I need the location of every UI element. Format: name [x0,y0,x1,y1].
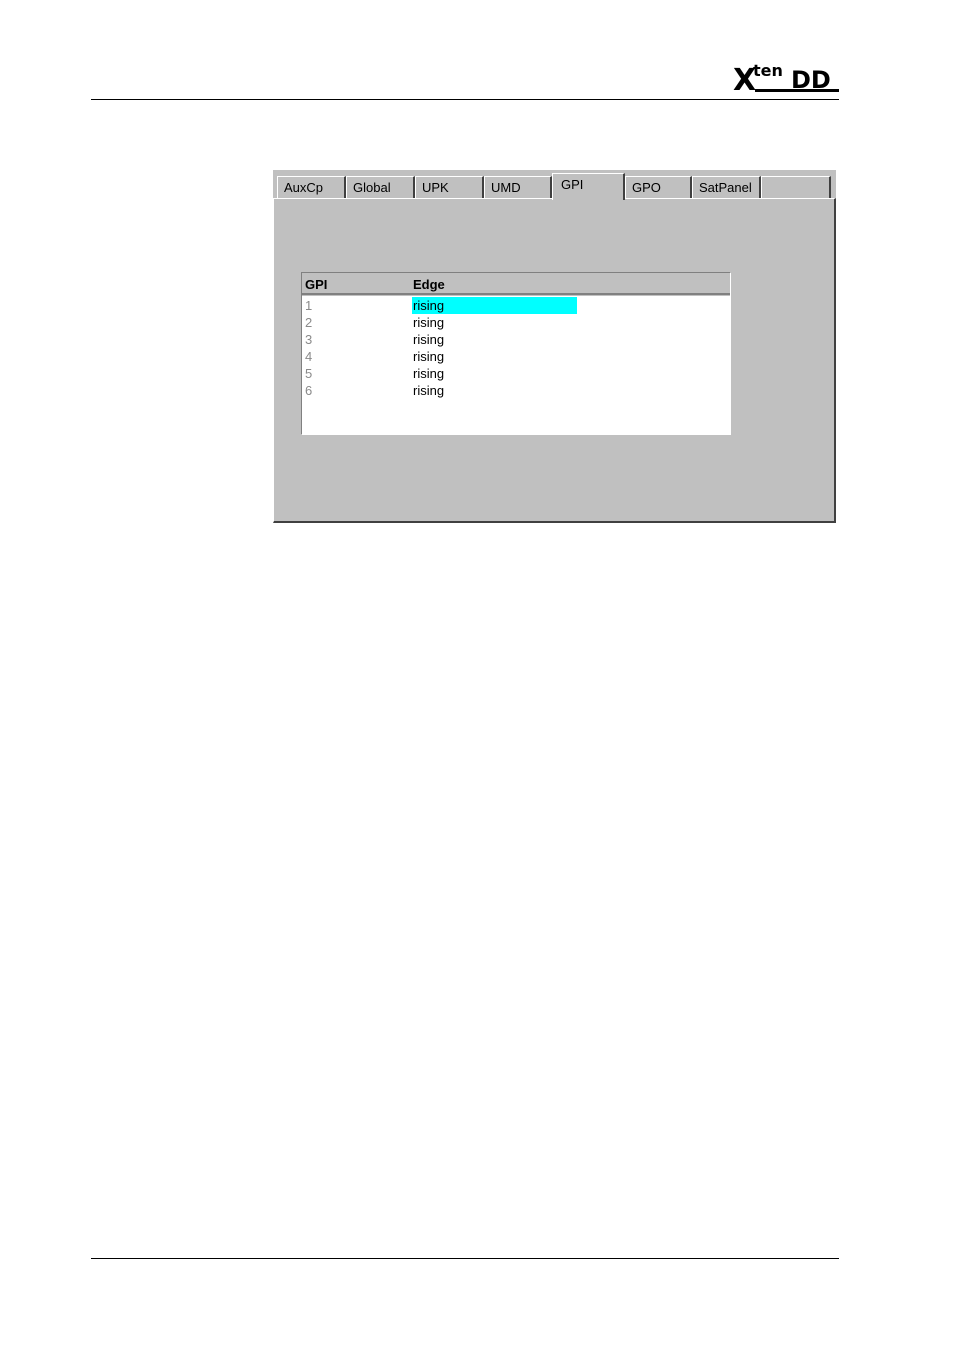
gpi-number: 5 [305,366,313,381]
gpi-number: 4 [305,349,313,364]
column-header-gpi[interactable]: GPI [305,277,327,292]
table-row[interactable]: 3 rising [302,331,730,348]
svg-text:ten: ten [753,61,783,80]
table-row[interactable]: 5 rising [302,365,730,382]
tab-satpanel[interactable]: SatPanel [692,176,761,198]
edge-value[interactable]: rising [412,297,577,314]
table-header: GPI Edge [302,273,730,295]
gpi-number: 6 [305,383,313,398]
settings-window: AuxCp Global UPK UMD GPI GPO SatPanel GP… [273,170,836,523]
edge-value[interactable]: rising [412,331,577,348]
gpi-table: GPI Edge 1 rising 2 rising 3 rising 4 ri… [301,272,731,435]
tab-umd[interactable]: UMD [484,176,552,198]
edge-value[interactable]: rising [412,382,577,399]
tab-global[interactable]: Global [346,176,415,198]
xten-dd-logo: X ten DD [733,61,839,96]
edge-value[interactable]: rising [412,348,577,365]
tab-gpo[interactable]: GPO [625,176,692,198]
gpi-number: 2 [305,315,313,330]
edge-value[interactable]: rising [412,314,577,331]
tab-auxcp[interactable]: AuxCp [277,176,346,198]
table-row[interactable]: 6 rising [302,382,730,399]
gpi-number: 3 [305,332,313,347]
table-body: 1 rising 2 rising 3 rising 4 rising 5 ri… [302,296,730,434]
tab-extra[interactable] [761,176,831,198]
table-row[interactable]: 1 rising [302,297,730,314]
tab-strip: AuxCp Global UPK UMD GPI GPO SatPanel [273,170,836,200]
gpi-panel: GPI Edge 1 rising 2 rising 3 rising 4 ri… [273,198,836,523]
footer-rule [91,1258,839,1259]
tab-gpi[interactable]: GPI [552,173,625,200]
header-rule [91,99,839,100]
gpi-number: 1 [305,298,313,313]
table-row[interactable]: 2 rising [302,314,730,331]
column-header-edge[interactable]: Edge [413,277,445,292]
tab-upk[interactable]: UPK [415,176,484,198]
table-row[interactable]: 4 rising [302,348,730,365]
edge-value[interactable]: rising [412,365,577,382]
